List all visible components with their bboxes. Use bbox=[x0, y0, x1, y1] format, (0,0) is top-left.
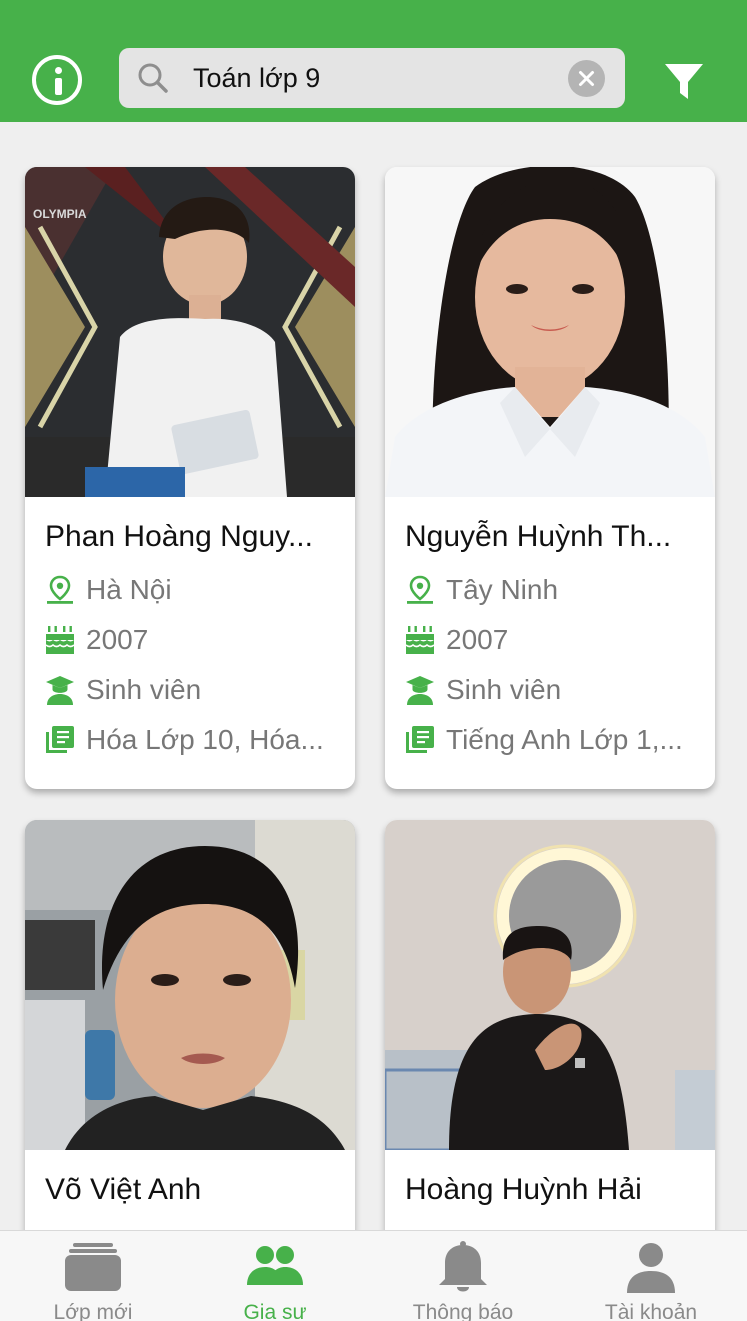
book-icon bbox=[45, 725, 75, 755]
search-input[interactable] bbox=[193, 58, 553, 98]
occupation-row: Sinh viên bbox=[405, 672, 705, 708]
tutor-card[interactable]: OLYMPIA Phan Hoàng Nguy... Hà Nội 2007 S… bbox=[25, 167, 355, 789]
tutor-card[interactable]: Võ Việt Anh bbox=[25, 820, 355, 1250]
filter-icon[interactable] bbox=[664, 62, 704, 102]
top-app-bar bbox=[0, 0, 747, 122]
occupation-row: Sinh viên bbox=[45, 672, 345, 708]
bell-icon bbox=[439, 1241, 487, 1292]
tutor-subjects: Tiếng Anh Lớp 1,... bbox=[446, 724, 683, 755]
graduate-icon bbox=[405, 675, 435, 705]
tutor-photo bbox=[385, 820, 715, 1150]
birthday-cake-icon bbox=[45, 625, 75, 655]
info-icon[interactable] bbox=[32, 55, 82, 105]
nav-tab-account[interactable]: Tài khoản bbox=[558, 1231, 744, 1321]
tutor-location: Tây Ninh bbox=[446, 574, 559, 605]
tutor-occupation: Sinh viên bbox=[86, 674, 202, 705]
nav-label: Tài khoản bbox=[604, 1301, 698, 1321]
nav-tab-notifications[interactable]: Thông báo bbox=[370, 1231, 556, 1321]
tutor-name: Võ Việt Anh bbox=[45, 1173, 202, 1206]
nav-tab-new-classes[interactable]: Lớp mới bbox=[0, 1231, 186, 1321]
tutor-birth-year: 2007 bbox=[446, 624, 509, 655]
birth-year-row: 2007 bbox=[45, 622, 345, 658]
stack-icon bbox=[65, 1243, 121, 1291]
nav-tab-tutors[interactable]: Gia sư bbox=[182, 1231, 368, 1321]
tutor-photo bbox=[25, 820, 355, 1150]
subjects-row: Hóa Lớp 10, Hóa... bbox=[45, 722, 345, 758]
nav-label: Gia sư bbox=[243, 1301, 307, 1321]
tutor-photo: OLYMPIA bbox=[25, 167, 355, 497]
birthday-cake-icon bbox=[405, 625, 435, 655]
nav-label: Lớp mới bbox=[53, 1301, 133, 1321]
tutor-location: Hà Nội bbox=[86, 574, 172, 605]
tutor-occupation: Sinh viên bbox=[446, 674, 562, 705]
tutor-card[interactable]: Hoàng Huỳnh Hải bbox=[385, 820, 715, 1250]
book-icon bbox=[405, 725, 435, 755]
clear-icon[interactable] bbox=[568, 60, 605, 97]
graduate-icon bbox=[45, 675, 75, 705]
tutor-name: Hoàng Huỳnh Hải bbox=[405, 1173, 642, 1206]
birth-year-row: 2007 bbox=[405, 622, 705, 658]
nav-label: Thông báo bbox=[412, 1301, 514, 1321]
location-pin-icon bbox=[45, 575, 75, 605]
location-row: Tây Ninh bbox=[405, 572, 705, 608]
tutor-name: Nguyễn Huỳnh Th... bbox=[405, 520, 672, 553]
search-icon bbox=[138, 63, 168, 93]
users-icon bbox=[247, 1246, 303, 1285]
photo-caption: OLYMPIA bbox=[33, 207, 87, 221]
tutor-subjects: Hóa Lớp 10, Hóa... bbox=[86, 724, 324, 755]
location-pin-icon bbox=[405, 575, 435, 605]
person-icon bbox=[627, 1243, 675, 1293]
subjects-row: Tiếng Anh Lớp 1,... bbox=[405, 722, 705, 758]
tutor-birth-year: 2007 bbox=[86, 624, 149, 655]
bottom-navigation: Lớp mới Gia sư Thông báo Tài khoản bbox=[0, 1230, 747, 1321]
location-row: Hà Nội bbox=[45, 572, 345, 608]
tutor-photo bbox=[385, 167, 715, 497]
search-bar[interactable] bbox=[119, 48, 625, 108]
tutor-card[interactable]: Nguyễn Huỳnh Th... Tây Ninh 2007 Sinh vi… bbox=[385, 167, 715, 789]
tutor-name: Phan Hoàng Nguy... bbox=[45, 520, 313, 553]
